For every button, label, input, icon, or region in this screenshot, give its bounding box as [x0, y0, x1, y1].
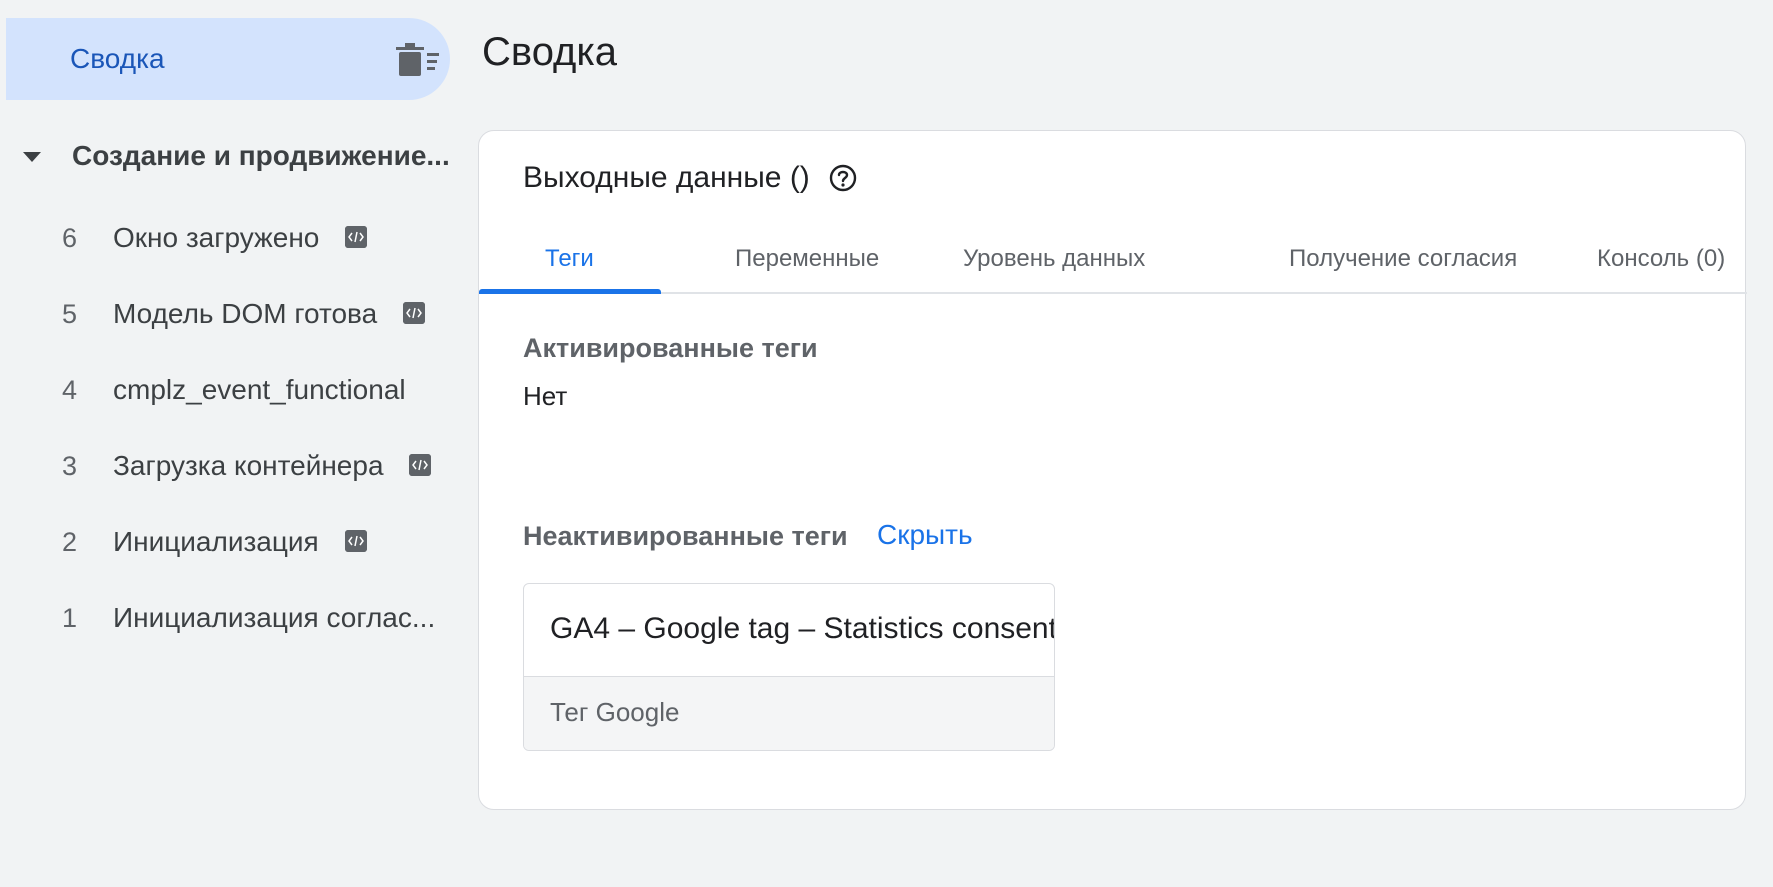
code-tag-icon: [345, 225, 368, 248]
tag-card[interactable]: GA4 – Google tag – Statistics consent Те…: [523, 583, 1055, 751]
sidebar-event-item[interactable]: 5 Модель DOM готова: [0, 286, 450, 342]
tag-card-footer: Тег Google: [524, 676, 1054, 750]
caret-down-icon: [23, 152, 41, 162]
clear-all-icon[interactable]: [394, 42, 440, 78]
event-name: Окно загружено: [113, 222, 320, 253]
sidebar-event-item[interactable]: 4 cmplz_event_functional: [0, 362, 450, 418]
sidebar-item-summary[interactable]: Сводка: [6, 18, 450, 100]
tab-data-layer[interactable]: Уровень данных: [963, 239, 1145, 294]
code-tag-icon: [344, 529, 367, 552]
event-name-wrap: Окно загружено: [113, 222, 368, 254]
output-card: Выходные данные () Теги Переменные Урове…: [478, 130, 1747, 810]
sidebar-group-header[interactable]: Создание и продвижение...: [18, 138, 450, 174]
sidebar-event-item[interactable]: 6 Окно загружено: [0, 210, 450, 266]
sidebar-summary-label: Сводка: [70, 43, 165, 74]
tag-type: Тег Google: [550, 697, 680, 727]
tab-consent[interactable]: Получение согласия: [1289, 239, 1517, 294]
card-title: Выходные данные (): [523, 161, 810, 194]
event-sidebar: Сводка Создание и продвижение... 6 Окно …: [0, 0, 460, 887]
not-fired-tags-label: Неактивированные теги: [523, 521, 848, 551]
event-name: Модель DOM готова: [113, 298, 378, 329]
event-name-wrap: Инициализация: [113, 526, 367, 558]
event-name-wrap: Инициализация соглас...: [113, 602, 435, 634]
event-name-wrap: Модель DOM готова: [113, 298, 425, 330]
tag-name: GA4 – Google tag – Statistics consent: [550, 612, 1055, 645]
event-number: 4: [62, 374, 78, 405]
tab-bar: Теги Переменные Уровень данных Получение…: [479, 239, 1747, 294]
tab-console[interactable]: Консоль (0): [1597, 239, 1725, 294]
active-tab-indicator: [479, 289, 661, 294]
help-circle-icon[interactable]: [828, 163, 858, 193]
event-number: 6: [62, 222, 78, 253]
sidebar-group-label: Создание и продвижение...: [72, 140, 450, 171]
event-number: 5: [62, 298, 78, 329]
fired-tags-value: Нет: [523, 381, 568, 411]
sidebar-event-item[interactable]: 1 Инициализация соглас...: [0, 590, 450, 646]
sidebar-event-item[interactable]: 3 Загрузка контейнера: [0, 438, 450, 494]
code-tag-icon: [402, 301, 425, 324]
event-name: Инициализация соглас...: [113, 602, 436, 633]
card-title-row: Выходные данные (): [523, 161, 858, 195]
hide-link[interactable]: Скрыть: [877, 519, 973, 551]
app-root: Сводка Создание и продвижение... 6 Окно …: [0, 0, 1773, 887]
event-name-wrap: Загрузка контейнера: [113, 450, 432, 482]
event-number: 3: [62, 450, 78, 481]
event-name-wrap: cmplz_event_functional: [113, 374, 406, 406]
code-tag-icon: [409, 453, 432, 476]
tab-tags[interactable]: Теги: [545, 239, 594, 294]
fired-tags-label: Активированные теги: [523, 333, 818, 363]
tab-variables[interactable]: Переменные: [735, 239, 879, 294]
event-name: cmplz_event_functional: [113, 374, 406, 405]
event-number: 1: [62, 602, 78, 633]
event-number: 2: [62, 526, 78, 557]
event-name: Загрузка контейнера: [113, 450, 384, 481]
event-name: Инициализация: [113, 526, 319, 557]
sidebar-event-item[interactable]: 2 Инициализация: [0, 514, 450, 570]
page-title: Сводка: [482, 30, 618, 74]
